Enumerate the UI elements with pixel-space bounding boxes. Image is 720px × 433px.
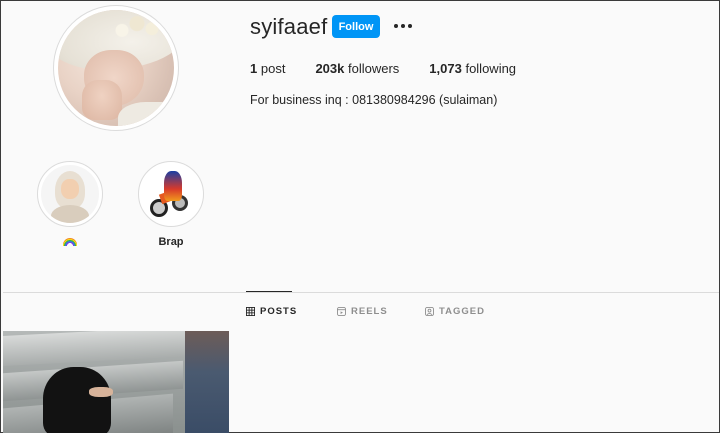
posts-stat: 1 post [250,61,286,76]
avatar-photo [58,10,174,126]
follow-button[interactable]: Follow [332,15,380,38]
tab-posts[interactable]: POSTS [246,306,297,317]
followers-stat[interactable]: 203k followers [315,61,399,76]
highlight-label: 🌈 [35,236,105,249]
highlight-label: Brap [158,236,184,248]
tab-reels[interactable]: REELS [337,306,388,317]
reels-icon [337,307,346,316]
profile-avatar[interactable] [53,5,179,131]
memoji-image [41,165,99,223]
tagged-icon [425,307,434,316]
rainbow-icon [63,238,77,246]
highlight-cover [138,161,204,227]
highlight-rainbow[interactable]: 🌈 [35,161,105,249]
highlight-cover [37,161,103,227]
motorbike-image [142,165,200,223]
active-tab-indicator [246,291,292,292]
profile-username: syifaaef [250,14,328,39]
following-stat[interactable]: 1,073 following [429,61,516,76]
profile-page: syifaaef Follow 1 post 203k followers 1,… [0,0,720,433]
tabs-divider [3,292,719,293]
profile-stats: 1 post 203k followers 1,073 following [250,61,546,76]
post-thumbnail[interactable] [3,331,229,433]
grid-icon [246,307,255,316]
profile-bio: For business inq : 081380984296 (sulaima… [250,93,498,107]
more-options-icon[interactable] [392,18,414,34]
tab-tagged[interactable]: TAGGED [425,306,485,317]
highlight-brap[interactable]: Brap [136,161,206,248]
